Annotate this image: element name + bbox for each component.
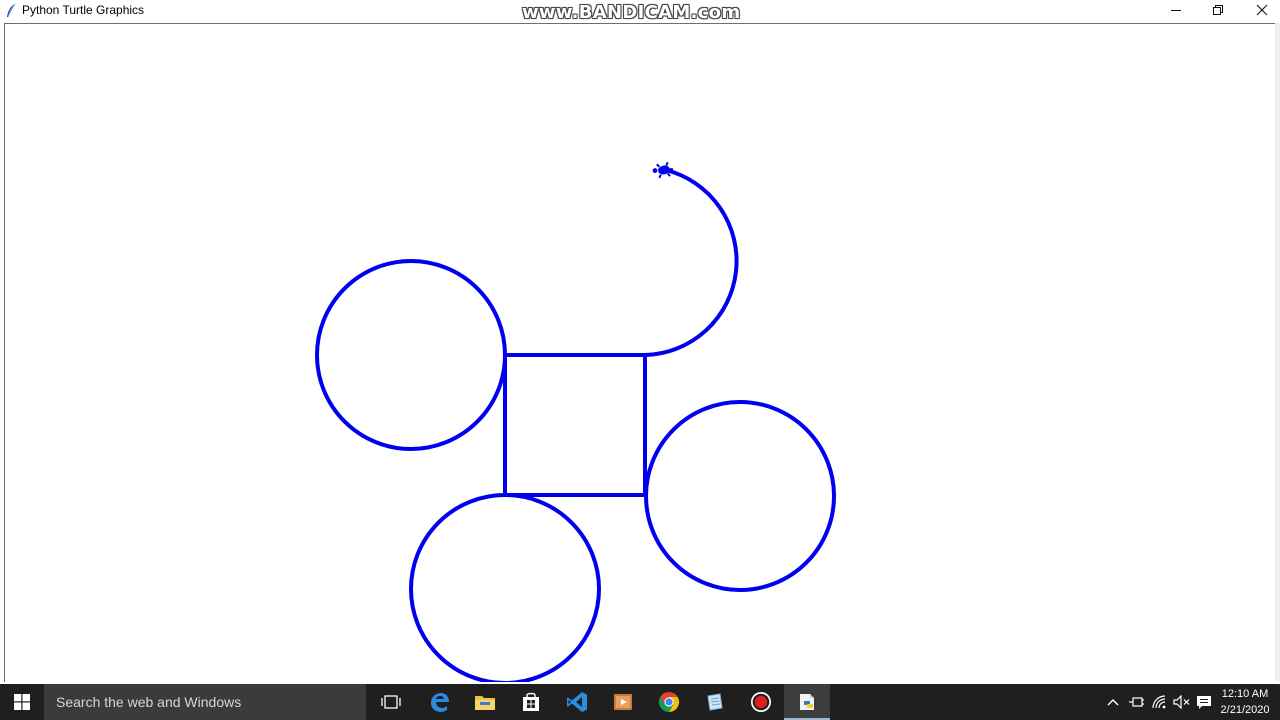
circle-left [315,259,507,451]
circle-bottom [409,493,601,682]
taskbar: Search the web and Windows 12:10 AM 2/21… [0,684,1280,720]
bandicam-watermark: www.BANDICAM.com [522,2,741,23]
task-view-button[interactable] [368,684,414,720]
notifications-tray-button[interactable] [1194,684,1214,720]
file-explorer-button[interactable] [462,684,508,720]
chrome-button[interactable] [646,684,692,720]
bandicam-button[interactable] [738,684,784,720]
network-tray-button[interactable] [1150,684,1170,720]
show-hidden-icons-button[interactable] [1104,684,1122,720]
power-plug-icon [1129,697,1144,707]
circle-right [644,400,836,592]
feather-icon [7,3,16,18]
title-bar: Python Turtle Graphics www.BANDICAM.com [0,0,1280,23]
minimize-icon [1171,10,1181,11]
store-icon [523,692,539,711]
python-turtle-button[interactable] [784,684,830,720]
arc-top [643,168,739,357]
media-player-button[interactable] [600,684,646,720]
volume-tray-button[interactable] [1172,684,1192,720]
python-turtle-icon [800,694,814,710]
vscode-button[interactable] [554,684,600,720]
speaker-muted-icon [1173,695,1190,709]
restore-icon [1213,5,1223,15]
task-view-icon [381,695,401,709]
turtle-canvas[interactable] [4,23,1276,682]
close-icon [1256,4,1268,16]
window-title: Python Turtle Graphics [22,3,145,17]
action-center-icon [1197,696,1211,709]
bandicam-record-icon [751,692,771,712]
system-clock[interactable]: 12:10 AM 2/21/2020 [1214,686,1276,718]
edge-button[interactable] [416,684,462,720]
wifi-icon [1152,695,1166,709]
canvas-edge [1275,23,1280,681]
minimize-button[interactable] [1154,0,1198,20]
search-placeholder: Search the web and Windows [56,694,242,710]
close-button[interactable] [1240,0,1280,20]
power-tray-button[interactable] [1126,684,1146,720]
edge-icon [431,693,449,712]
windows-logo-icon [14,694,30,710]
store-button[interactable] [508,684,554,720]
clock-time: 12:10 AM [1221,688,1269,700]
file-explorer-icon [475,696,495,710]
square-center [503,353,647,497]
notepad-icon [707,693,723,711]
notepad-button[interactable] [692,684,738,720]
search-input[interactable]: Search the web and Windows [44,684,366,720]
media-player-icon [614,694,632,710]
restore-button[interactable] [1196,0,1240,20]
start-button[interactable] [0,684,44,720]
vscode-icon [567,692,587,712]
chevron-up-icon [1107,699,1119,706]
clock-date: 2/21/2020 [1220,704,1270,716]
turtle-drawing [315,161,836,682]
chrome-icon [658,691,680,713]
